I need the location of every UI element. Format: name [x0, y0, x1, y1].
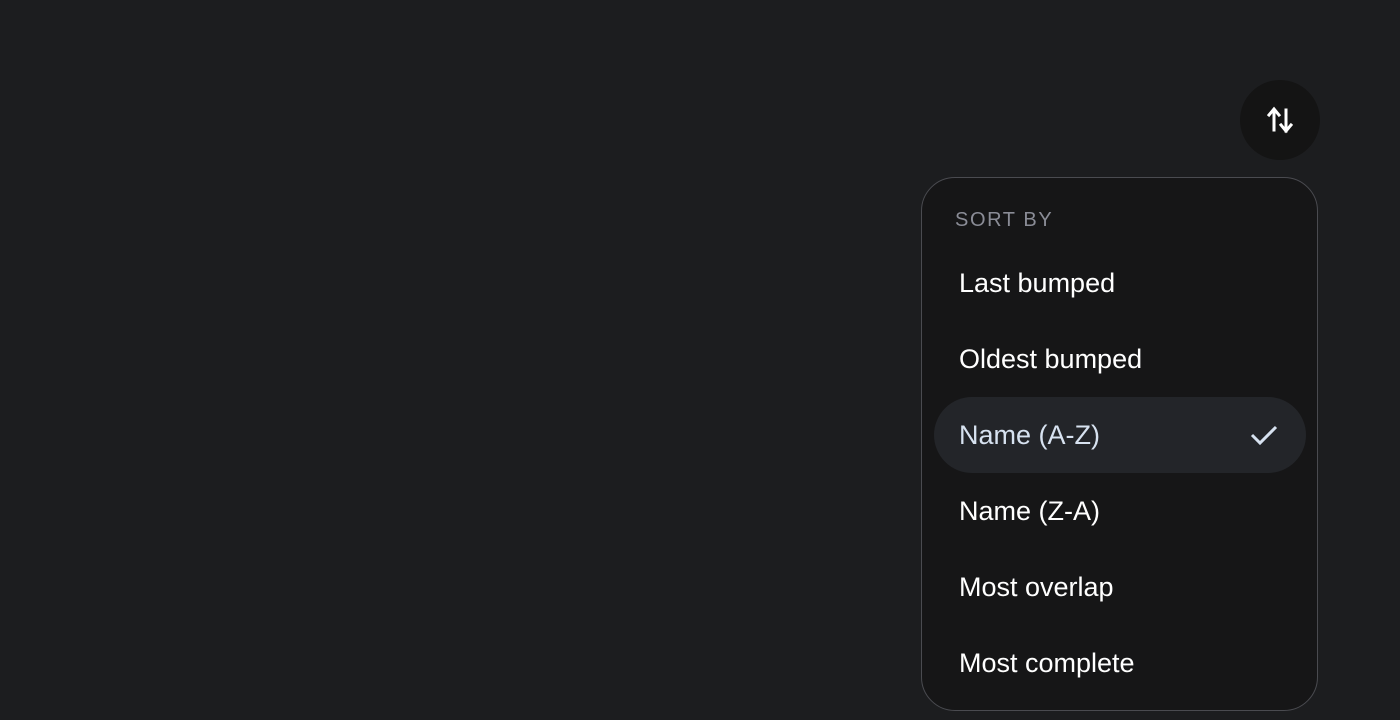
- swap-vertical-icon: [1267, 104, 1293, 136]
- menu-item-last-bumped[interactable]: Last bumped: [934, 245, 1306, 321]
- checkmark-icon: [1250, 425, 1278, 446]
- menu-item-label: Most complete: [959, 647, 1135, 678]
- menu-item-most-overlap[interactable]: Most overlap: [934, 549, 1306, 625]
- menu-item-label: Last bumped: [959, 267, 1116, 298]
- menu-item-label: Oldest bumped: [959, 343, 1143, 374]
- menu-item-oldest-bumped[interactable]: Oldest bumped: [934, 321, 1306, 397]
- menu-item-name-z-a[interactable]: Name (Z-A): [934, 473, 1306, 549]
- sort-menu: SORT BY Last bumped Oldest bumped Name (…: [921, 177, 1318, 711]
- menu-item-label: Name (A-Z): [959, 419, 1100, 450]
- sort-menu-header: SORT BY: [955, 209, 1054, 231]
- menu-item-label: Name (Z-A): [959, 495, 1100, 526]
- sort-menu-list: Last bumped Oldest bumped Name (A-Z) Nam…: [922, 245, 1317, 701]
- menu-item-most-complete[interactable]: Most complete: [934, 625, 1306, 701]
- menu-item-name-a-z[interactable]: Name (A-Z): [934, 397, 1306, 473]
- sort-button[interactable]: [1240, 80, 1320, 160]
- menu-item-label: Most overlap: [959, 571, 1114, 602]
